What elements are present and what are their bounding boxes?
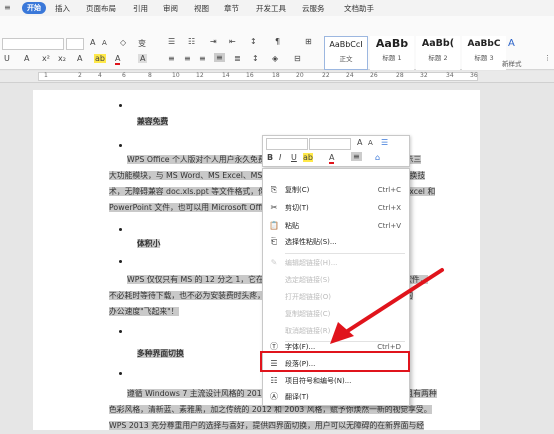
arrow-head	[330, 322, 354, 344]
arrow-shaft	[344, 268, 444, 334]
annotation-arrow	[330, 268, 444, 344]
